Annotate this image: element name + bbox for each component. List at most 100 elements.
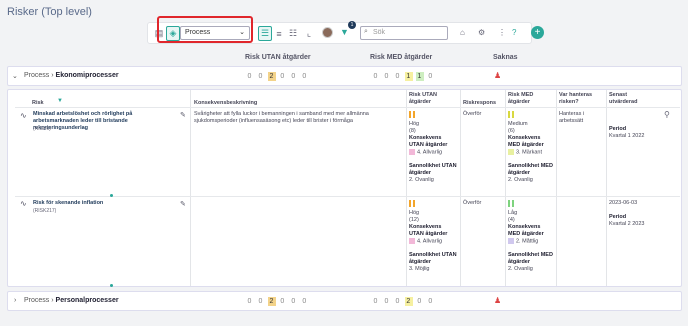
period-label: Period (609, 126, 627, 132)
th-konsekvens[interactable]: Konsekvensbeskrivning (194, 100, 257, 107)
th-risk-utan[interactable]: Risk UTAN åtgärder (409, 92, 457, 106)
home-icon[interactable]: ⌂ (460, 28, 465, 37)
row-divider (15, 196, 680, 197)
score-cell: 0 (373, 298, 379, 305)
risk-med-cell: Medium (6) Konsekvens MED åtgärder 3. Mä… (508, 111, 554, 184)
kons-value: 4. Allvarlig (417, 238, 443, 245)
group-name: Personalprocesser (55, 297, 119, 304)
period-cell: Period Kvartal 2 2023 (609, 214, 669, 228)
th-senast[interactable]: Senast utvärderad (609, 92, 655, 106)
kons-swatch (409, 149, 415, 155)
group-title-personal[interactable]: Process › Personalprocesser (24, 297, 119, 304)
settings-icon[interactable]: ⚙ (478, 28, 485, 37)
risk-level: Hög (409, 121, 420, 127)
group-name: Ekonomiprocesser (55, 72, 119, 79)
sann-value: 3. Möjlig (409, 266, 430, 273)
help-icon[interactable]: ? (512, 28, 516, 37)
kons-value: 2. Måttlig (516, 238, 539, 245)
risk-level-bars (409, 111, 415, 118)
group-score-med: 0 0 0 2 0 0 (372, 297, 435, 306)
col-divider (406, 90, 407, 286)
search-input[interactable]: ⌕ Sök (360, 26, 448, 40)
col-divider (505, 90, 506, 286)
riskrespons-value: Överför (463, 200, 482, 206)
kons-value: 3. Märkant (516, 149, 542, 156)
score-cell: 0 (395, 73, 401, 80)
risk-name[interactable]: Minskad arbetslöshet och rörlighet på ar… (33, 111, 173, 132)
th-risk-med[interactable]: Risk MED åtgärder (508, 92, 554, 106)
list-view-button[interactable]: ☰ (258, 26, 272, 41)
person-missing-icon: ♟ (494, 296, 502, 305)
header-divider (15, 107, 680, 108)
th-riskrespons[interactable]: Riskrespons (463, 100, 496, 107)
th-hanteras[interactable]: Var hanteras risken? (559, 92, 605, 106)
kons-label: Konsekvens MED åtgärder (508, 135, 544, 148)
sann-label: Sannolikhet UTAN åtgärder (409, 163, 457, 177)
risk-score: (6) (508, 128, 515, 134)
score-cell-high: 2 (267, 297, 276, 306)
sann-value: 2. Ovanlig (508, 266, 533, 273)
score-cell: 0 (258, 73, 264, 80)
risk-score: (12) (409, 217, 419, 223)
trend-icon: ∿ (20, 199, 27, 208)
score-cell: 0 (247, 73, 253, 80)
avatar[interactable] (322, 27, 333, 38)
risk-id: (RISK217) (33, 208, 57, 214)
row-handle[interactable] (110, 194, 113, 197)
risk-med-cell: Låg (4) Konsekvens MED åtgärder 2. Måttl… (508, 200, 554, 273)
risk-level-bars (409, 200, 415, 207)
sann-label: Sannolikhet UTAN åtgärder (409, 252, 457, 266)
kons-label: Konsekvens MED åtgärder (508, 224, 544, 237)
risk-level-bars (508, 111, 514, 118)
kons-swatch (508, 238, 514, 244)
detail-list-button[interactable]: ☷ (286, 26, 300, 41)
risk-id: (RISK6) (33, 126, 51, 132)
score-cell: 0 (395, 298, 401, 305)
filter-icon[interactable]: ▼ (340, 27, 351, 39)
risk-level: Medium (508, 121, 528, 127)
compact-list-button[interactable]: ≡ (272, 26, 286, 41)
edit-icon[interactable]: ✎ (180, 111, 186, 119)
group-prefix: Process (24, 72, 50, 79)
score-cell: 0 (373, 73, 379, 80)
more-icon[interactable]: ⋮ (498, 28, 506, 37)
score-cell: 0 (291, 298, 297, 305)
group-score-utan: 0 0 2 0 0 0 (246, 297, 309, 306)
risk-score: (8) (409, 128, 416, 134)
edit-icon[interactable]: ✎ (180, 200, 186, 208)
risk-level-bars (508, 200, 514, 207)
score-cell: 0 (428, 73, 434, 80)
trend-icon: ∿ (20, 111, 27, 120)
period-cell: Period Kvartal 1 2022 (609, 126, 669, 140)
group-expand-icon[interactable]: ⌄ (12, 72, 18, 80)
selection-highlight (157, 16, 253, 43)
row-handle[interactable] (110, 284, 113, 287)
col-divider (460, 90, 461, 286)
score-cell: 0 (247, 298, 253, 305)
score-cell-medium: 2 (404, 297, 413, 306)
search-icon: ⌕ (364, 28, 368, 35)
score-cell: 0 (302, 73, 308, 80)
page-title: Risker (Top level) (7, 6, 92, 18)
th-risk[interactable]: Risk (32, 100, 44, 107)
risk-level: Hög (409, 210, 420, 216)
risk-utan-cell: Hög (12) Konsekvens UTAN åtgärder 4. All… (409, 200, 457, 273)
sort-icon[interactable]: ▼ (57, 98, 63, 105)
hanteras-value: Hanteras i arbetssätt (559, 111, 585, 124)
period-label: Period (609, 214, 627, 220)
add-button[interactable]: + (531, 26, 544, 39)
group-expand-icon[interactable]: › (14, 297, 16, 304)
filter-count-badge: 1 (348, 21, 356, 29)
group-score-med: 0 0 0 1 1 0 (372, 72, 435, 81)
sann-value: 2. Ovanlig (508, 177, 533, 184)
group-title-ekonomi[interactable]: Process › Ekonomiprocesser (24, 72, 119, 79)
senast-date: 2023-06-03 (609, 200, 638, 206)
risk-name[interactable]: Risk för skenande inflation (33, 200, 173, 207)
chart-icon[interactable]: ⚲ (664, 111, 670, 119)
score-cell: 0 (302, 298, 308, 305)
score-cell: 0 (280, 298, 286, 305)
kons-value: 4. Allvarlig (417, 149, 443, 156)
chart-view-button[interactable]: ⌞ (302, 26, 316, 41)
group-score-utan: 0 0 2 0 0 0 (246, 72, 309, 81)
score-cell: 0 (280, 73, 286, 80)
